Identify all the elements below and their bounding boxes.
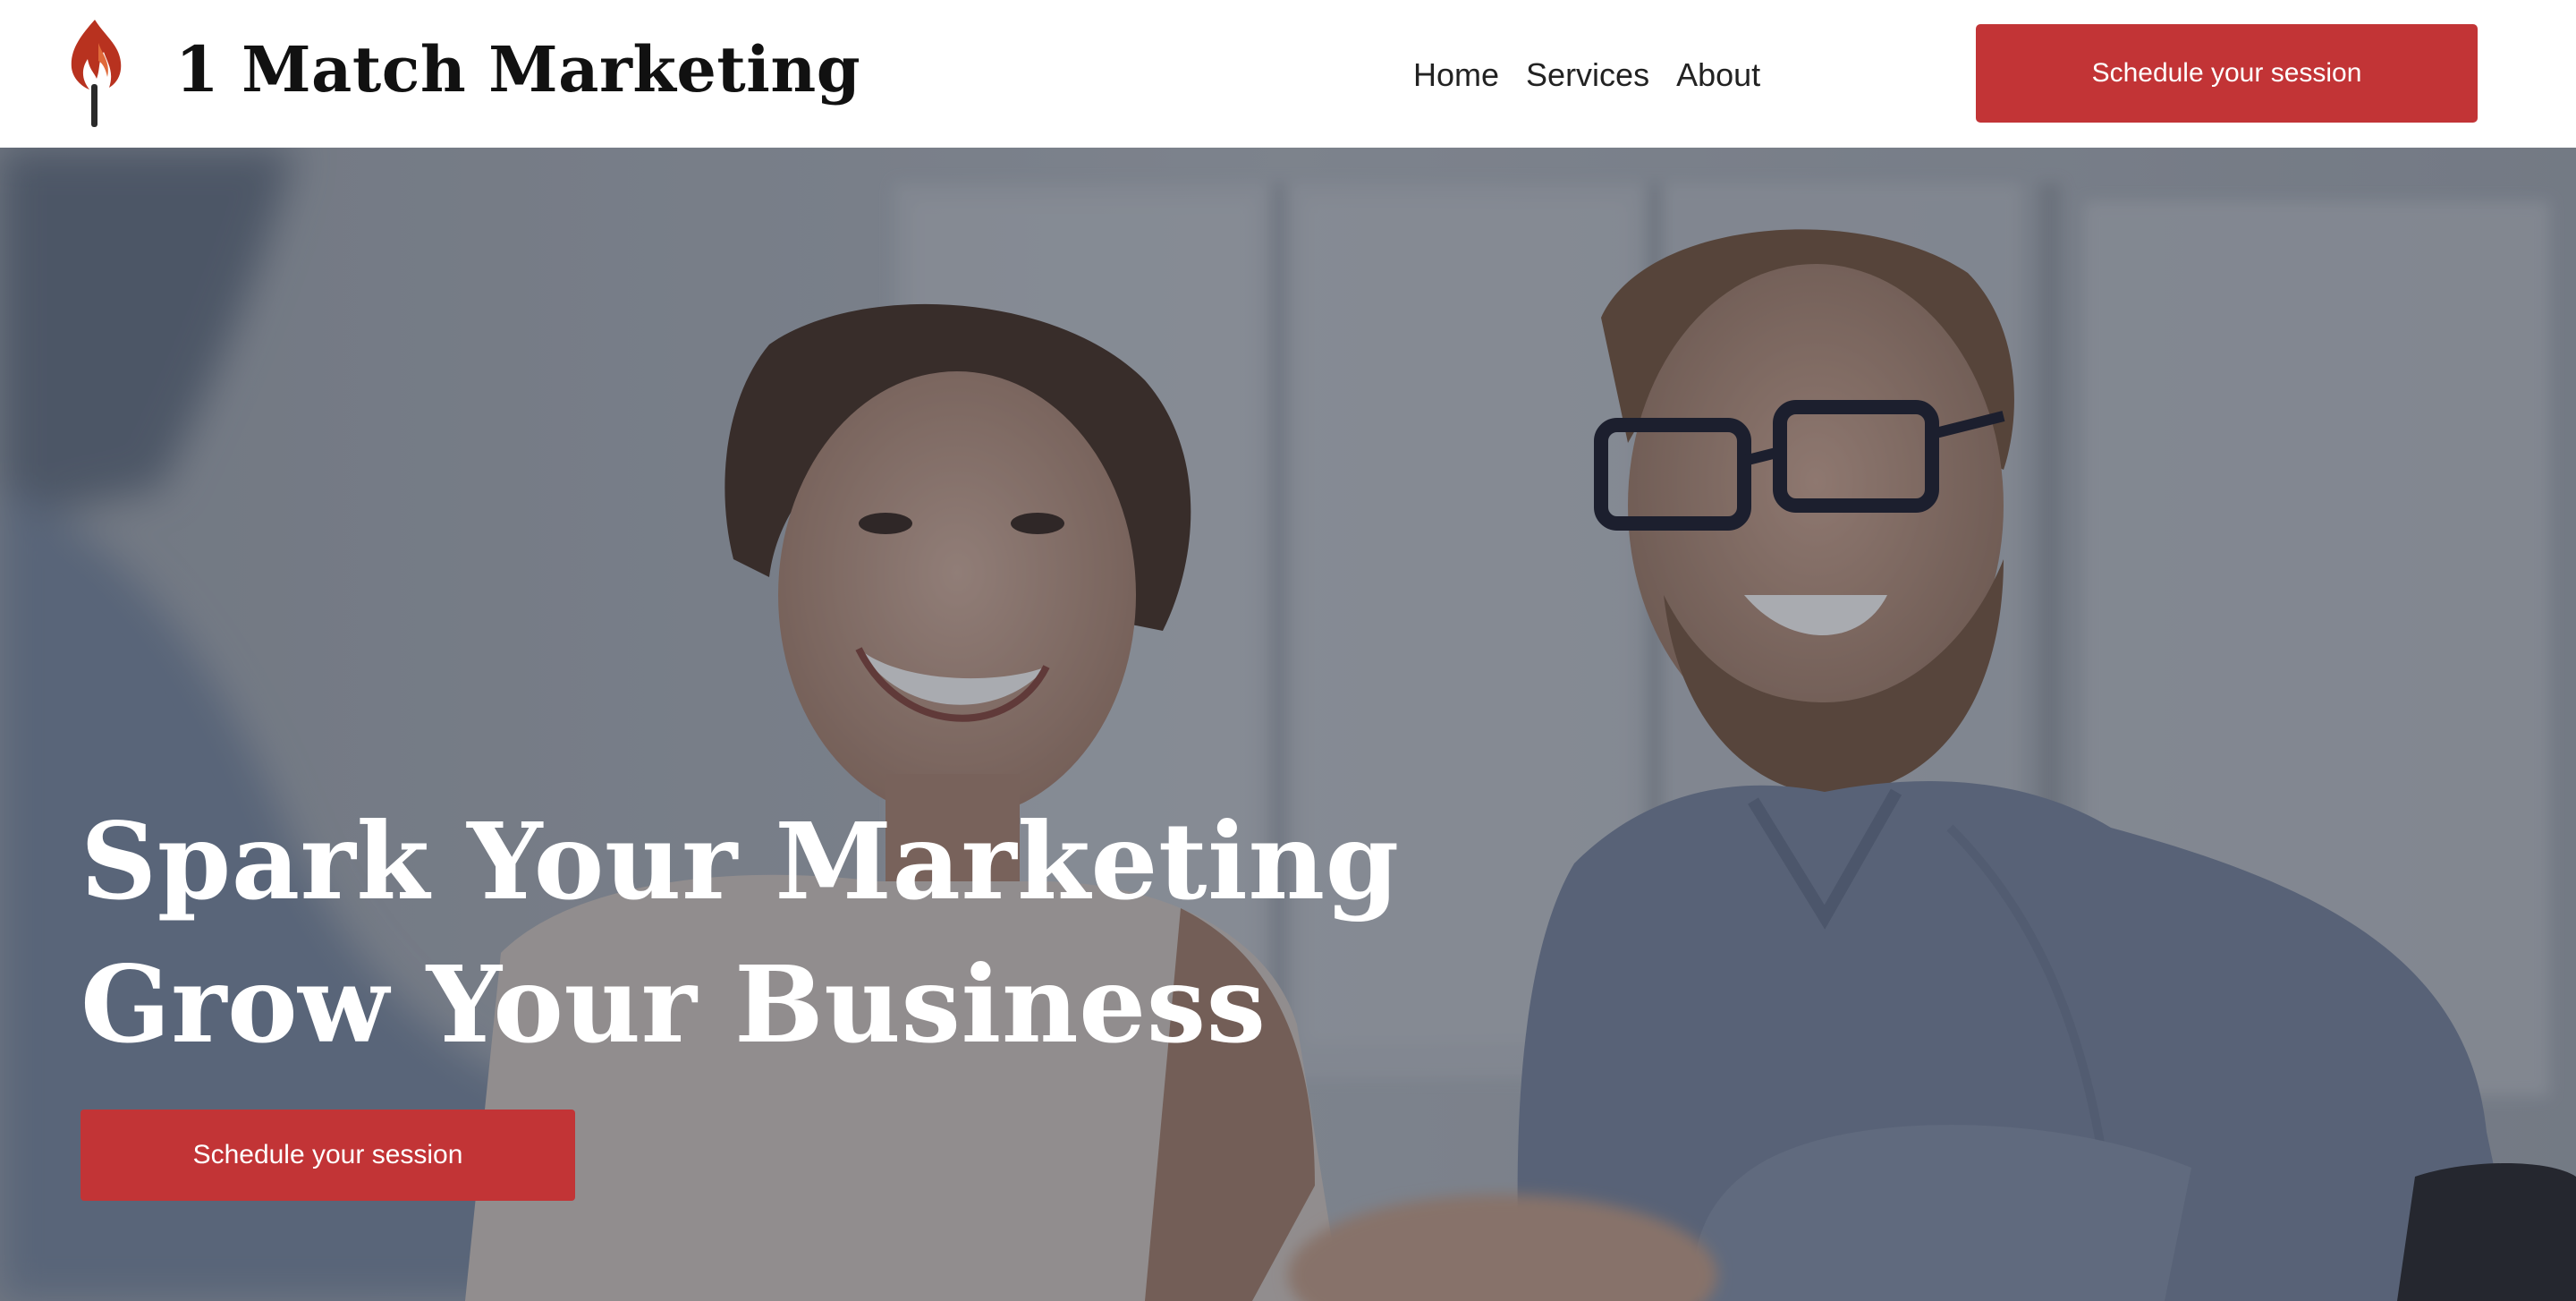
- nav-link-about[interactable]: About: [1676, 50, 1760, 100]
- hero-title-line-1: Spark Your Marketing: [80, 799, 1400, 923]
- main-nav: Home Services About: [1413, 50, 1760, 100]
- nav-link-services[interactable]: Services: [1526, 50, 1649, 100]
- nav-link-home[interactable]: Home: [1413, 50, 1499, 100]
- schedule-session-button-header[interactable]: Schedule your session: [1976, 24, 2478, 123]
- brand-name: 1 Match Marketing: [175, 32, 861, 106]
- page: 1 Match Marketing Home Services About Sc…: [0, 0, 2576, 1301]
- site-header: 1 Match Marketing Home Services About Sc…: [0, 0, 2576, 148]
- hero-section: Spark Your Marketing Grow Your Business …: [0, 148, 2576, 1301]
- hero-title-line-2: Grow Your Business: [80, 942, 1267, 1067]
- brand[interactable]: 1 Match Marketing: [63, 14, 860, 131]
- torch-flame-icon: [71, 20, 122, 127]
- hero-title: Spark Your Marketing Grow Your Business: [80, 790, 1400, 1076]
- schedule-session-button-hero[interactable]: Schedule your session: [80, 1110, 575, 1201]
